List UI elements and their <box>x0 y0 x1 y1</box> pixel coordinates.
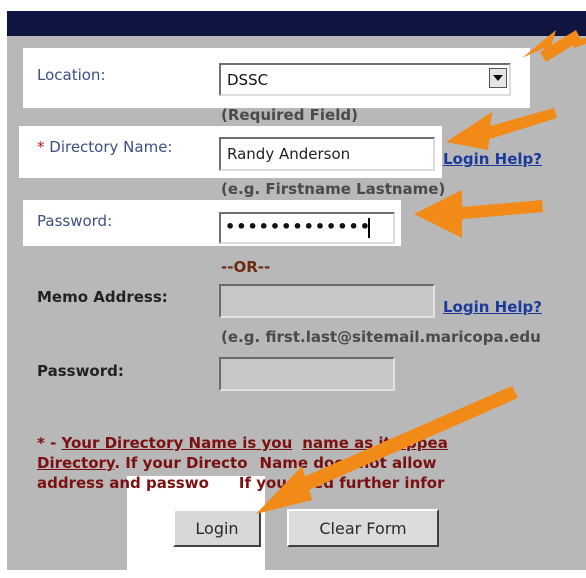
password2-input[interactable] <box>219 357 395 391</box>
screenshot-stage: Location: DSSC (Required Field) * Direct… <box>0 0 586 578</box>
text-caret <box>368 218 370 238</box>
chevron-down-icon[interactable] <box>489 68 507 88</box>
directory-name-input[interactable] <box>219 137 435 171</box>
directory-example-note: (e.g. Firstname Lastname) <box>221 180 446 198</box>
header-bar <box>7 11 586 37</box>
login-help-link-1[interactable]: Login Help? <box>443 150 542 168</box>
password-input[interactable]: ••••••••••••• <box>219 212 395 244</box>
footnote-line-2: Directory. If your Directo Name does not … <box>37 453 586 473</box>
memo-address-input[interactable] <box>219 284 435 318</box>
footnote-link-rest[interactable]: name as it appea <box>302 434 448 452</box>
required-asterisk: * <box>37 138 45 156</box>
memo-address-label: Memo Address: <box>37 288 168 306</box>
location-select[interactable]: DSSC <box>219 63 511 96</box>
location-value: DSSC <box>227 71 269 89</box>
password-mask: ••••••••••••• <box>225 217 371 236</box>
clear-form-button[interactable]: Clear Form <box>287 509 439 547</box>
location-label: Location: <box>37 66 106 84</box>
footnote-link-directory-name[interactable]: Your Directory Name is you <box>62 434 293 452</box>
footnote-prefix: * - <box>37 434 62 452</box>
password2-label: Password: <box>37 362 124 380</box>
or-separator: --OR-- <box>221 258 271 276</box>
directory-name-label-text: Directory Name: <box>44 138 173 156</box>
footnote-text-rest: Name does not allow <box>259 454 437 472</box>
login-button[interactable]: Login <box>173 509 261 547</box>
footnote-text-line3a: address and passwo <box>37 474 209 492</box>
footnote-line-3: address and passwo If you need further in… <box>37 473 586 493</box>
password-label: Password: <box>37 212 113 230</box>
footnote-line-1: * - Your Directory Name is you name as it… <box>37 433 586 453</box>
footnote-link-directory[interactable]: Directory <box>37 454 114 472</box>
memo-example-note: (e.g. first.last@sitemail.maricopa.edu <box>221 328 541 346</box>
required-note: (Required Field) <box>221 106 358 124</box>
directory-name-label: * Directory Name: <box>37 138 172 156</box>
footnote-text-line3b: If you need further infor <box>238 474 445 492</box>
footnote-text-mid: . If your Directo <box>114 454 248 472</box>
login-help-link-2[interactable]: Login Help? <box>443 298 542 316</box>
